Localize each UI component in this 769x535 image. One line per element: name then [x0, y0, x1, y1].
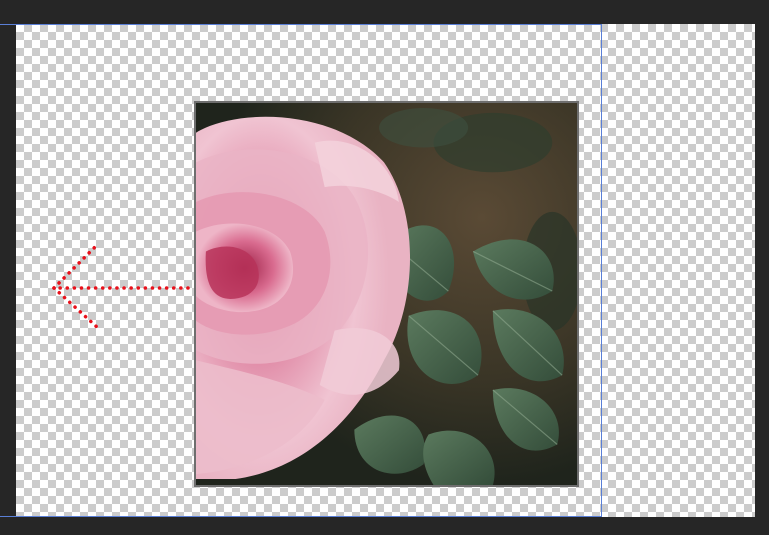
- dotted-left-arrow-icon: [52, 242, 190, 330]
- editor-workspace: [0, 0, 769, 535]
- rose-photo-layer[interactable]: [194, 101, 579, 487]
- guide-line-bottom[interactable]: [0, 516, 601, 517]
- guide-line-top[interactable]: [0, 24, 601, 25]
- guide-line-vertical[interactable]: [601, 24, 602, 517]
- rose-photo: [196, 103, 577, 485]
